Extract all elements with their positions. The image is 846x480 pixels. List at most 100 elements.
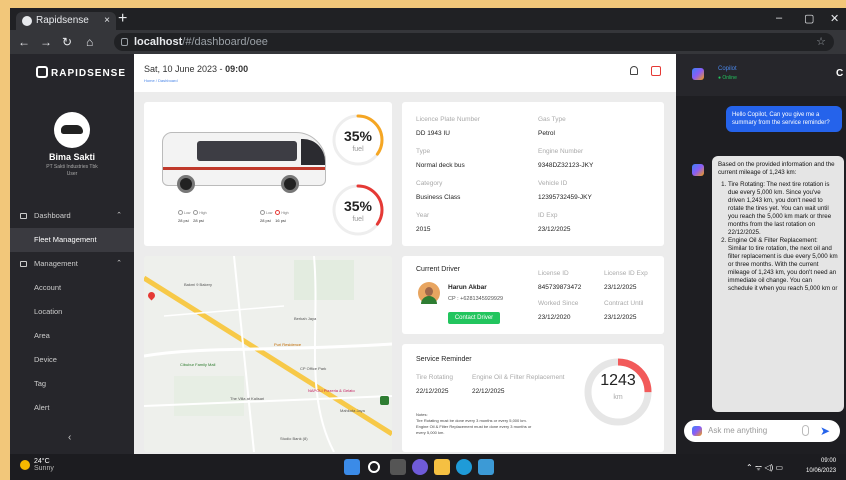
map-label: Berkah Jaya <box>294 316 317 321</box>
gas-type-label: Gas Type <box>538 116 566 123</box>
sidebar-item-alert[interactable]: Alert <box>10 396 134 420</box>
sidebar-item-label: Tag <box>34 379 47 388</box>
weather-widget[interactable]: 24°C Sunny <box>20 458 54 472</box>
id-exp-label: ID Exp <box>538 212 558 219</box>
bus-location-icon[interactable] <box>380 396 389 405</box>
sidebar: RAPIDSENSE Bima Sakti PT Sakti Industrie… <box>10 54 134 454</box>
id-exp-value: 23/12/2025 <box>538 226 571 233</box>
tire-pressure-front: Low High 28 psi 28 psi <box>178 210 207 223</box>
user-role: User <box>66 171 78 177</box>
tire-high-label: High <box>199 211 207 215</box>
sidebar-item-label: Fleet Management <box>34 235 97 244</box>
sidebar-item-management[interactable]: Management ⌃ <box>10 252 134 276</box>
driver-card-title: Current Driver <box>416 266 460 273</box>
sidebar-item-label: Alert <box>34 403 50 412</box>
note-line: every 5,000 km. <box>416 430 445 435</box>
reload-button[interactable]: ↻ <box>62 35 72 49</box>
edge-browser-icon[interactable] <box>456 459 472 475</box>
bell-icon[interactable] <box>630 66 638 75</box>
back-button[interactable]: ← <box>18 35 30 49</box>
monitor-icon <box>20 213 27 219</box>
tab-title: Rapidsense <box>36 15 89 26</box>
vehicle-map[interactable]: Cibubur Family Mall Puri Residence CP Of… <box>144 256 392 452</box>
copilot-panel: Copilot ● Online C Hello Copilot, Can yo… <box>676 54 846 454</box>
contact-driver-button[interactable]: Contact Driver <box>448 312 500 324</box>
tire-rotating-value: 22/12/2025 <box>416 388 449 395</box>
copilot-input[interactable]: Ask me anything ➤ <box>684 420 840 442</box>
store-icon[interactable] <box>478 459 494 475</box>
tire-low-label: Low <box>184 211 191 215</box>
service-notes: Notes: Tire Rotating must be done every … <box>416 412 531 436</box>
new-tab-button[interactable]: + <box>118 10 127 28</box>
copilot-input-icon <box>692 426 702 436</box>
clock-time: 09:00 <box>821 458 837 464</box>
map-label: Bakmi 9 Bakery <box>184 282 213 287</box>
sidebar-item-location[interactable]: Location <box>10 300 134 324</box>
category-value: Business Class <box>416 194 461 201</box>
search-icon[interactable] <box>368 461 380 473</box>
system-tray[interactable]: ⌃ ᯤ ◁) ▭ <box>746 462 783 473</box>
maximize-button[interactable]: ▢ <box>804 12 814 25</box>
mileage-unit: km <box>613 394 623 401</box>
forward-button[interactable]: → <box>40 35 52 49</box>
car-icon <box>61 125 83 134</box>
copilot-input-placeholder: Ask me anything <box>708 426 768 435</box>
start-menu-icon[interactable] <box>344 459 360 475</box>
tire-values: 28 psi 16 psi <box>260 218 286 223</box>
taskbar-clock[interactable]: 09:00 10/06/2023 <box>806 456 836 476</box>
bookmark-star-icon[interactable]: ☆ <box>816 33 826 51</box>
mileage-gauge <box>584 358 652 426</box>
sidebar-item-device[interactable]: Device <box>10 348 134 372</box>
page-header: Sat, 10 June 2023 - 09:00 Home / Dashboa… <box>134 54 676 92</box>
rapidsense-logo-icon <box>36 66 48 78</box>
tab-bar: Rapidsense × + – ▢ ✕ <box>10 8 846 30</box>
file-explorer-icon[interactable] <box>434 459 450 475</box>
microphone-icon[interactable] <box>802 425 809 436</box>
browser-tab[interactable]: Rapidsense × <box>16 12 116 30</box>
url-input[interactable]: localhost/#/dashboard/oee ☆ <box>114 33 834 51</box>
service-card-title: Service Reminder <box>416 356 472 363</box>
sidebar-item-dashboard[interactable]: Dashboard ⌃ <box>10 204 134 228</box>
collapse-sidebar-button[interactable]: ‹ <box>68 432 71 443</box>
browser-window: Rapidsense × + – ▢ ✕ ← → ↻ ⌂ localhost/#… <box>10 8 846 454</box>
copilot-refresh-button[interactable]: C <box>836 68 843 79</box>
avatar <box>54 112 90 148</box>
teams-chat-icon[interactable] <box>412 459 428 475</box>
sidebar-item-fleet-management[interactable]: Fleet Management <box>10 228 134 252</box>
copilot-intro: Based on the provided information and th… <box>718 161 835 176</box>
tire-low-label: Low <box>266 211 273 215</box>
sun-icon <box>20 460 30 470</box>
brand-logo[interactable]: RAPIDSENSE <box>36 66 126 79</box>
send-button[interactable]: ➤ <box>820 420 830 442</box>
oil-filter-label: Engine Oil & Filter Replacement <box>472 374 565 381</box>
minimize-button[interactable]: – <box>776 12 782 24</box>
sidebar-item-tag[interactable]: Tag <box>10 372 134 396</box>
fuel-2-label: fuel <box>352 216 364 223</box>
task-view-icon[interactable] <box>390 459 406 475</box>
tire-left-value: 28 psi <box>260 218 271 223</box>
map-label: Puri Residence <box>274 342 302 347</box>
tire-high-icon <box>193 210 199 215</box>
home-button[interactable]: ⌂ <box>86 35 93 49</box>
weather-temp: 24°C <box>34 458 50 465</box>
logout-icon[interactable] <box>651 66 661 76</box>
copilot-header: Copilot ● Online C <box>676 54 846 96</box>
driver-name: Harun Akbar <box>448 284 487 291</box>
close-tab-icon[interactable]: × <box>104 12 110 30</box>
list-icon <box>20 261 27 267</box>
bus-stripe <box>163 167 325 170</box>
sidebar-item-account[interactable]: Account <box>10 276 134 300</box>
fuel-1-label: fuel <box>352 146 364 153</box>
close-window-button[interactable]: ✕ <box>830 12 839 25</box>
vehicle-info-card: Licence Plate Number DD 1943 IU Gas Type… <box>402 102 664 246</box>
user-name: Bima Sakti <box>48 152 96 162</box>
bus-window <box>197 141 297 161</box>
breadcrumb[interactable]: Home / Dashboard <box>144 78 178 83</box>
sidebar-item-area[interactable]: Area <box>10 324 134 348</box>
url-host: localhost <box>134 36 183 48</box>
lock-icon <box>121 38 128 46</box>
date-text: Sat, 10 June 2023 - <box>144 64 226 74</box>
sidebar-item-label: Account <box>34 283 62 292</box>
clock-date: 10/06/2023 <box>806 468 837 474</box>
engine-number-label: Engine Number <box>538 148 584 155</box>
